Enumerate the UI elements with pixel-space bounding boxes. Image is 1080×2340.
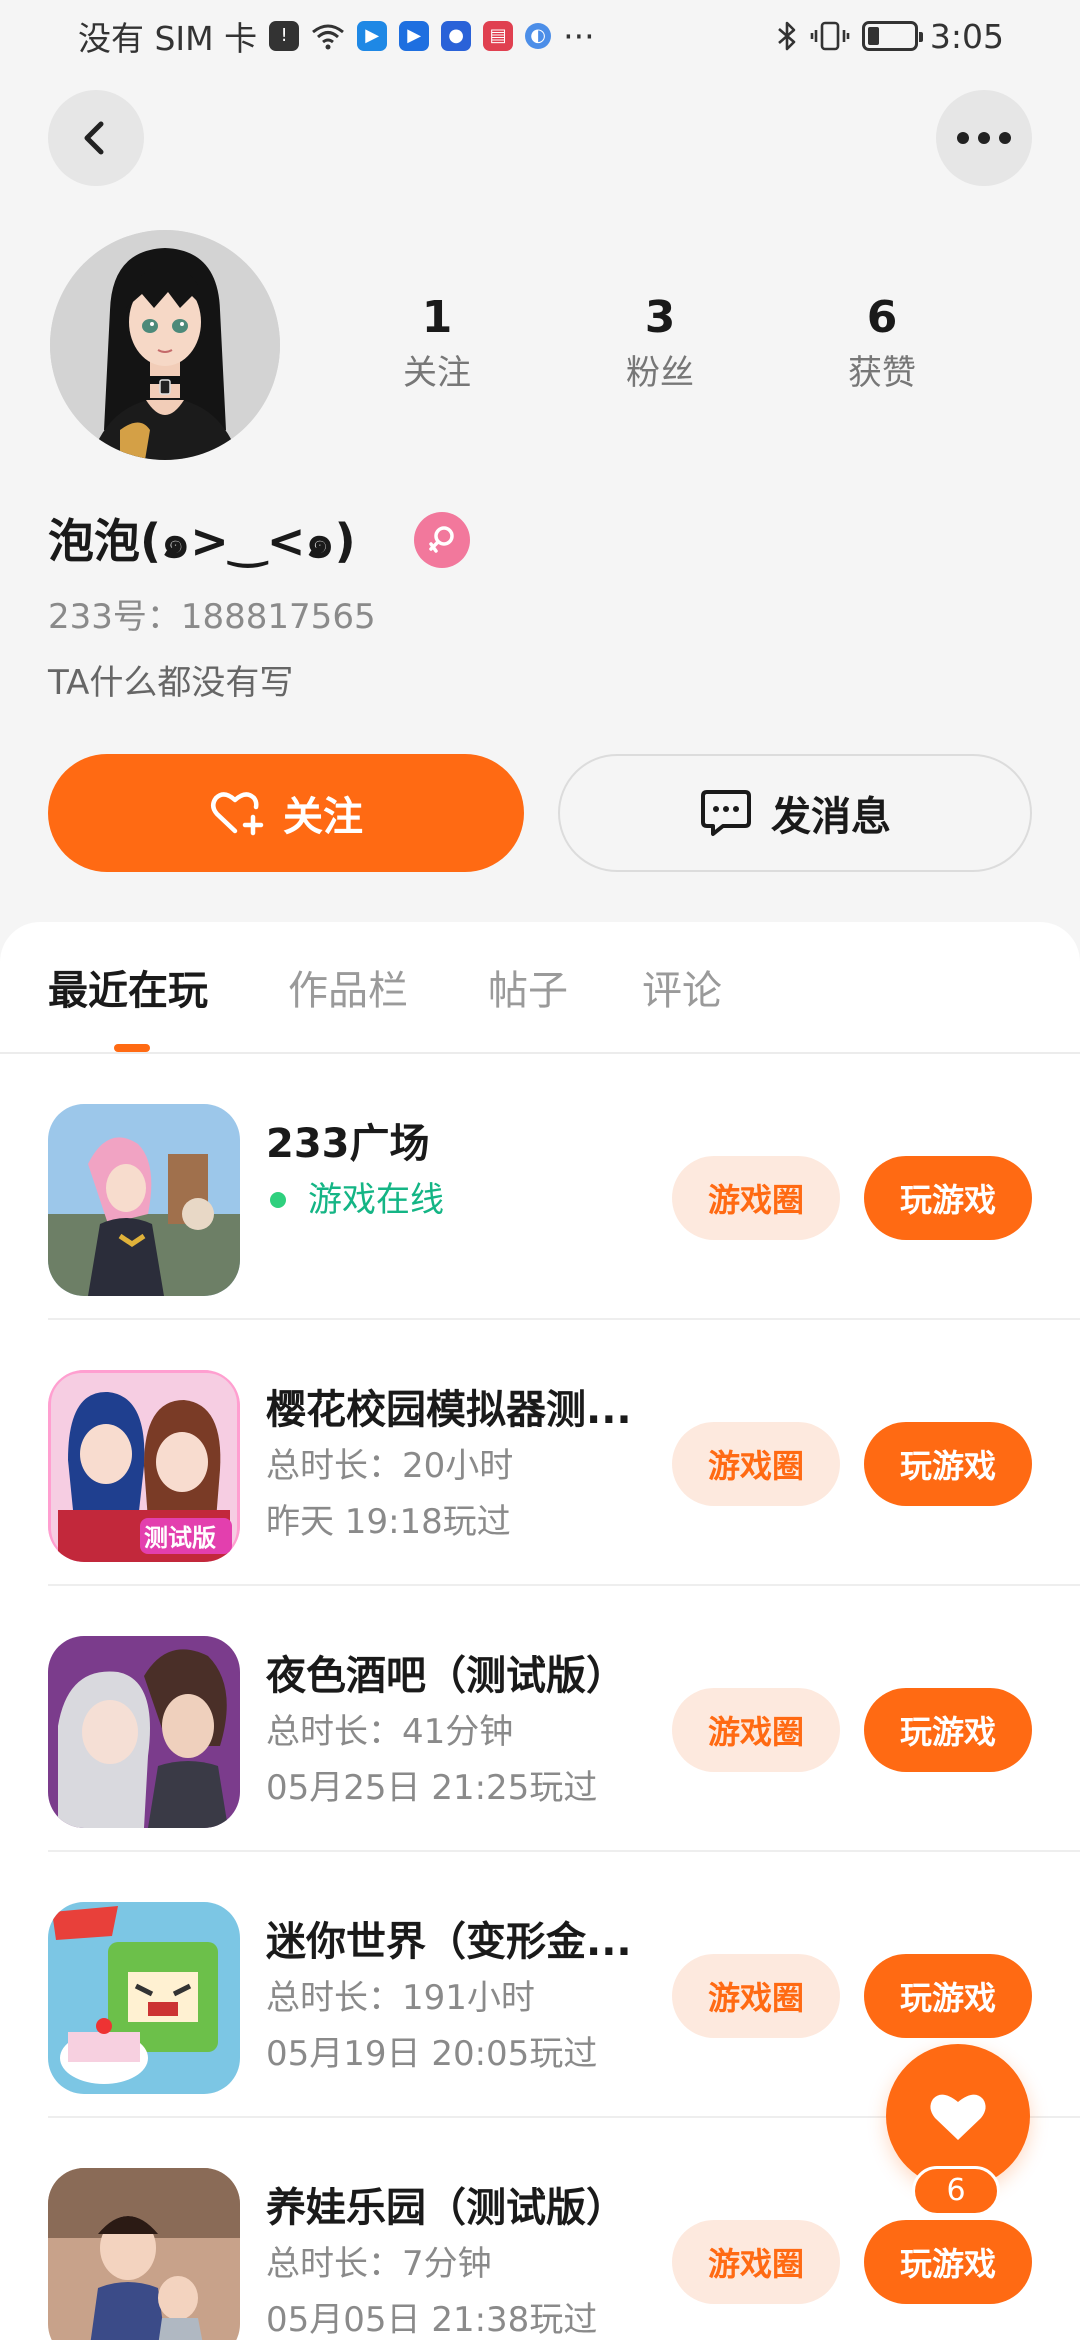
app-notification-icon: ▶ [399,21,430,51]
following-count: 1 [421,292,453,343]
game-row[interactable]: 夜色酒吧（测试版） 总时长：41分钟 05月25日 21:25玩过 游戏圈 玩游… [0,1586,1080,1852]
female-symbol-icon [429,526,454,553]
play-game-button[interactable]: 玩游戏 [864,1156,1032,1240]
play-duration: 总时长：20小时 [266,1446,514,1486]
game-circle-button[interactable]: 游戏圈 [672,1954,840,2038]
bulb-notification-icon: ● [441,21,472,51]
game-cover-image: 测试版 [48,1370,240,1562]
game-title: 樱花校园模拟器测... [266,1387,632,1433]
followers-label: 粉丝 [626,353,694,393]
play-duration: 总时长：7分钟 [266,2244,492,2284]
status-left: 没有 SIM 卡 ! ▶ ▶ ● ▤ ◐ ··· [78,12,595,60]
game-icon-233-square[interactable] [48,1104,240,1296]
play-game-button[interactable]: 玩游戏 [864,1954,1032,2038]
female-icon [414,512,470,568]
game-cover-image [48,1636,240,1828]
game-icon-mini-world[interactable] [48,1902,240,2094]
book-notification-icon: ▤ [483,21,514,51]
app-notification-icon: ▶ [357,21,388,51]
likes-label: 获赞 [848,353,916,393]
chevron-left-icon [84,121,104,155]
status-right: 3:05 [776,17,1004,56]
following-label: 关注 [403,353,471,393]
followers-count: 3 [644,292,676,343]
tab-works[interactable]: 作品栏 [288,964,408,1018]
game-row[interactable]: 233广场 游戏在线 游戏圈 玩游戏 [0,1054,1080,1320]
message-label: 发消息 [771,794,891,840]
game-title: 养娃乐园（测试版） [266,2185,626,2231]
game-circle-button[interactable]: 游戏圈 [672,2220,840,2304]
stat-following[interactable]: 1 关注 [357,290,517,398]
message-button[interactable]: 发消息 [558,754,1032,872]
game-circle-button[interactable]: 游戏圈 [672,1156,840,1240]
more-notifications-text: ··· [563,16,595,56]
profile-nickname: 泡泡(๑>‿<๑) [48,514,356,568]
svg-text:测试版: 测试版 [144,1524,216,1552]
last-played: 昨天 19:18玩过 [266,1502,511,1542]
likes-count: 6 [866,292,898,343]
game-icon-sakura-school[interactable]: 测试版 [48,1370,240,1562]
online-dot-icon [270,1192,286,1208]
game-icon-baby-park[interactable] [48,2168,240,2340]
avatar-portrait-image [50,230,280,460]
play-game-button[interactable]: 玩游戏 [864,1422,1032,1506]
carrier-text: 没有 SIM 卡 [78,19,258,58]
wifi-icon [312,24,345,50]
avatar[interactable] [50,230,280,460]
game-cover-image [48,2168,240,2340]
sim-alert-icon: ! [269,21,300,51]
tab-posts[interactable]: 帖子 [488,964,568,1018]
game-row[interactable]: 测试版 樱花校园模拟器测... 总时长：20小时 昨天 19:18玩过 游戏圈 … [0,1320,1080,1586]
game-title: 夜色酒吧（测试版） [266,1653,626,1699]
more-button[interactable] [936,90,1032,186]
tab-recent-played[interactable]: 最近在玩 [48,964,208,1018]
play-game-button[interactable]: 玩游戏 [864,2220,1032,2304]
user-id: 233号：188817565 [48,597,376,637]
game-cover-image [48,1104,240,1296]
last-played: 05月05日 21:38玩过 [266,2300,598,2340]
stat-likes[interactable]: 6 获赞 [802,290,962,398]
game-title: 迷你世界（变形金... [266,1919,632,1965]
game-circle-button[interactable]: 游戏圈 [672,1422,840,1506]
online-status: 游戏在线 [266,1176,444,1224]
stat-followers[interactable]: 3 粉丝 [580,290,740,398]
battery-icon [861,21,923,51]
play-duration: 总时长：41分钟 [266,1712,514,1752]
heart-plus-icon [211,792,264,836]
tab-bar: 最近在玩 作品栏 帖子 评论 [0,922,1080,1054]
last-played: 05月19日 20:05玩过 [266,2034,598,2074]
vibrate-icon [810,21,850,51]
play-game-button[interactable]: 玩游戏 [864,1688,1032,1772]
tab-comments[interactable]: 评论 [642,964,722,1018]
game-icon-night-bar[interactable] [48,1636,240,1828]
play-duration: 总时长：191小时 [266,1978,535,2018]
follow-button[interactable]: 关注 [48,754,524,872]
clock-text: 3:05 [929,16,1004,56]
online-status-label: 游戏在线 [308,1180,444,1220]
game-title: 233广场 [266,1121,430,1167]
chat-bubble-icon [701,790,751,836]
browser-notification-icon: ◐ [525,23,552,49]
like-count-badge: 6 [912,2166,1000,2216]
status-bar: 没有 SIM 卡 ! ▶ ▶ ● ▤ ◐ ··· 3:05 [0,0,1080,72]
back-button[interactable] [48,90,144,186]
heart-icon [930,2094,986,2140]
battery-level [867,27,879,45]
game-cover-image [48,1902,240,2094]
user-bio: TA什么都没有写 [48,663,294,703]
active-tab-indicator [114,1044,150,1052]
more-dots-icon [957,132,1011,144]
bluetooth-icon [778,21,796,51]
game-circle-button[interactable]: 游戏圈 [672,1688,840,1772]
follow-label: 关注 [283,794,363,840]
last-played: 05月25日 21:25玩过 [266,1768,598,1808]
